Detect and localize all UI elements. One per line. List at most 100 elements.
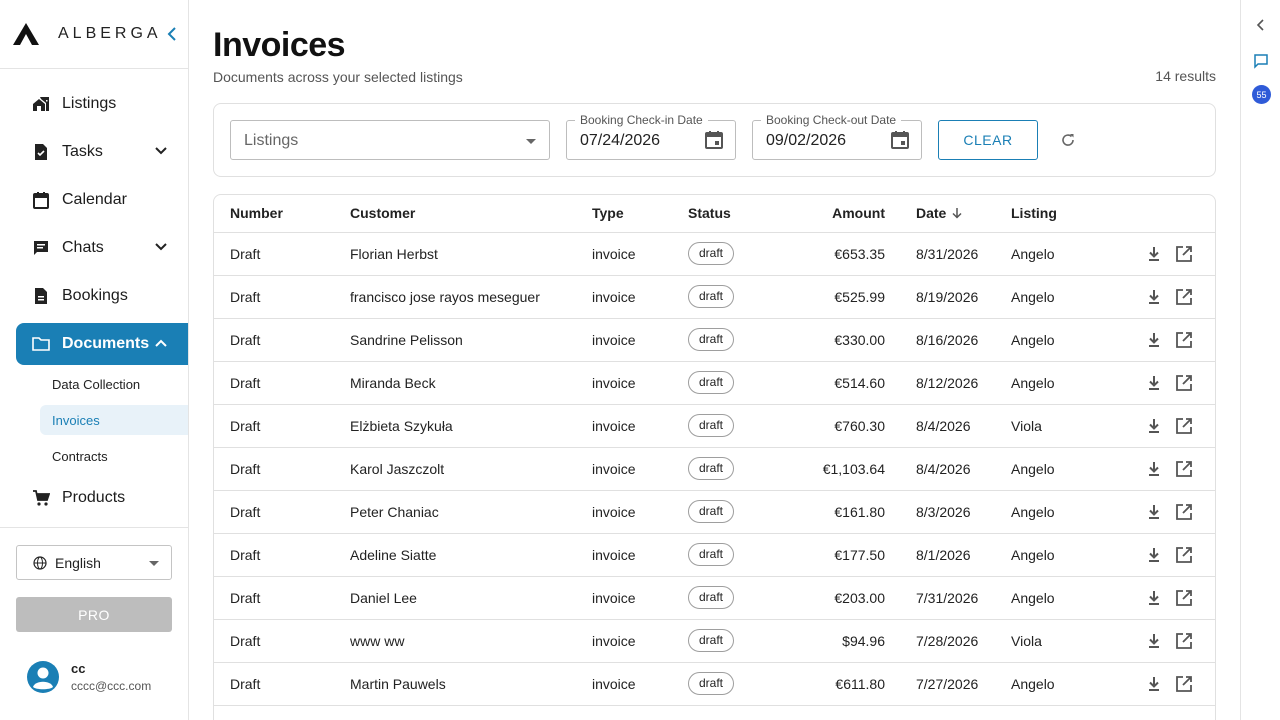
chevron-up-icon[interactable]	[154, 336, 168, 350]
cell-type: invoice	[592, 576, 688, 620]
pro-button[interactable]: PRO	[16, 597, 172, 632]
table-row[interactable]: Draft francisco jose rayos meseguer invoic…	[214, 275, 1215, 319]
open-external-icon[interactable]	[1175, 417, 1193, 435]
col-date[interactable]: Date	[885, 195, 1011, 233]
alberga-logo-icon	[13, 23, 39, 45]
download-icon[interactable]	[1145, 331, 1163, 349]
download-icon[interactable]	[1145, 460, 1163, 478]
subnav-item-data-collection[interactable]: Data Collection	[40, 369, 188, 399]
user-profile[interactable]: cc cccc@ccc.com	[16, 660, 172, 694]
cell-amount: €330.00	[784, 318, 885, 362]
calendar-icon[interactable]	[890, 130, 910, 150]
cell-listing: Viola	[1011, 619, 1131, 663]
table-row[interactable]: Draft Florian Herbst invoice draft €653.35 8/…	[214, 232, 1215, 276]
open-external-icon[interactable]	[1175, 632, 1193, 650]
results-count: 14 results	[1155, 68, 1216, 84]
cell-type: invoice	[592, 619, 688, 663]
cell-status: draft	[688, 232, 784, 276]
page-title: Invoices	[213, 26, 346, 64]
open-external-icon[interactable]	[1175, 288, 1193, 306]
sidebar-item-products[interactable]: Products	[16, 477, 188, 519]
listings-select[interactable]: Listings	[230, 120, 550, 160]
table-row[interactable]: Draft www ww invoice draft $94.96 7/28/2026 Vi…	[214, 619, 1215, 663]
calendar-icon	[32, 191, 50, 209]
checkout-date-field[interactable]: Booking Check-out Date 09/02/2026	[752, 113, 922, 160]
sidebar-item-listings[interactable]: Listings	[16, 83, 188, 125]
table-row[interactable]: Draft Sandrine Pelisson invoice draft €330.0…	[214, 318, 1215, 362]
subnav-item-contracts[interactable]: Contracts	[40, 441, 188, 471]
checkin-date-field[interactable]: Booking Check-in Date 07/24/2026	[566, 113, 736, 160]
brand-header: ALBERGA	[0, 0, 188, 69]
chevron-left-icon[interactable]	[1255, 18, 1267, 32]
collapse-sidebar-chevron-icon[interactable]	[164, 24, 180, 44]
open-external-icon[interactable]	[1175, 675, 1193, 693]
open-external-icon[interactable]	[1175, 245, 1193, 263]
cell-status: draft	[688, 662, 784, 706]
col-customer[interactable]: Customer	[350, 195, 592, 233]
download-icon[interactable]	[1145, 632, 1163, 650]
col-number[interactable]: Number	[214, 195, 350, 233]
arrow-down-sort-icon[interactable]	[951, 207, 963, 219]
table-row[interactable]: Draft Daniel Lee invoice draft €203.00 7/31/2…	[214, 576, 1215, 620]
language-select[interactable]: English	[16, 545, 172, 580]
open-external-icon[interactable]	[1175, 589, 1193, 607]
open-external-icon[interactable]	[1175, 503, 1193, 521]
sidebar-item-documents[interactable]: Documents	[16, 323, 188, 365]
status-badge: draft	[688, 242, 735, 265]
col-amount[interactable]: Amount	[784, 195, 885, 233]
col-listing[interactable]: Listing	[1011, 195, 1131, 233]
col-date-label: Date	[916, 205, 947, 222]
download-icon[interactable]	[1145, 675, 1163, 693]
subnav-item-invoices[interactable]: Invoices	[40, 405, 188, 435]
sidebar-item-tasks[interactable]: Tasks	[16, 131, 188, 173]
col-actions	[1131, 195, 1215, 233]
sidebar-item-chats[interactable]: Chats	[16, 227, 188, 269]
sidebar: ALBERGA Listings Tasks Calendar Chats Bo…	[0, 0, 189, 720]
cell-date: 8/12/2026	[885, 361, 1011, 405]
download-icon[interactable]	[1145, 288, 1163, 306]
table-row[interactable]: Draft Miranda Beck invoice draft €514.60 8/12…	[214, 361, 1215, 405]
sidebar-item-label: Listings	[62, 95, 117, 112]
open-external-icon[interactable]	[1175, 331, 1193, 349]
cell-status: draft	[688, 404, 784, 448]
calendar-icon[interactable]	[704, 130, 724, 150]
listings-placeholder: Listings	[244, 132, 299, 149]
sidebar-item-calendar[interactable]: Calendar	[16, 179, 188, 221]
sidebar-item-bookings[interactable]: Bookings	[16, 275, 188, 317]
download-icon[interactable]	[1145, 546, 1163, 564]
invoices-table: Number Customer Type Status Amount Date …	[213, 194, 1216, 720]
cell-actions	[1131, 404, 1215, 448]
cell-customer: Florian Herbst	[350, 232, 592, 276]
open-external-icon[interactable]	[1175, 460, 1193, 478]
globe-icon	[33, 555, 47, 570]
download-icon[interactable]	[1145, 589, 1163, 607]
status-badge: draft	[688, 285, 735, 308]
notification-badge[interactable]: 55	[1252, 85, 1271, 104]
download-icon[interactable]	[1145, 503, 1163, 521]
cell-actions	[1131, 533, 1215, 577]
table-row[interactable]: Draft Peter Chaniac invoice draft €161.80 8/3…	[214, 490, 1215, 534]
cell-date: 8/4/2026	[885, 404, 1011, 448]
download-icon[interactable]	[1145, 417, 1163, 435]
clear-filters-button[interactable]: CLEAR	[938, 120, 1038, 160]
cell-actions	[1131, 619, 1215, 663]
cell-date: 7/28/2026	[885, 619, 1011, 663]
col-status[interactable]: Status	[688, 195, 784, 233]
table-row[interactable]: Draft Elżbieta Szykuła invoice draft €760.30…	[214, 404, 1215, 448]
sidebar-item-label: Calendar	[62, 191, 127, 208]
task-icon	[32, 143, 50, 161]
table-row[interactable]: Draft Martin Pauwels invoice draft €611.80 7/…	[214, 662, 1215, 706]
refresh-icon[interactable]	[1060, 132, 1076, 148]
download-icon[interactable]	[1145, 374, 1163, 392]
open-external-icon[interactable]	[1175, 546, 1193, 564]
chat-bubble-icon[interactable]	[1253, 53, 1269, 69]
table-row[interactable]: Draft Karol Jaszczolt invoice draft €1,103.6…	[214, 447, 1215, 491]
cell-type: invoice	[592, 533, 688, 577]
download-icon[interactable]	[1145, 245, 1163, 263]
chevron-down-icon[interactable]	[154, 240, 168, 254]
chevron-down-icon[interactable]	[154, 144, 168, 158]
table-row[interactable]: Draft Adeline Siatte invoice draft €177.50 8/…	[214, 533, 1215, 577]
status-badge: draft	[688, 629, 735, 652]
col-type[interactable]: Type	[592, 195, 688, 233]
open-external-icon[interactable]	[1175, 374, 1193, 392]
